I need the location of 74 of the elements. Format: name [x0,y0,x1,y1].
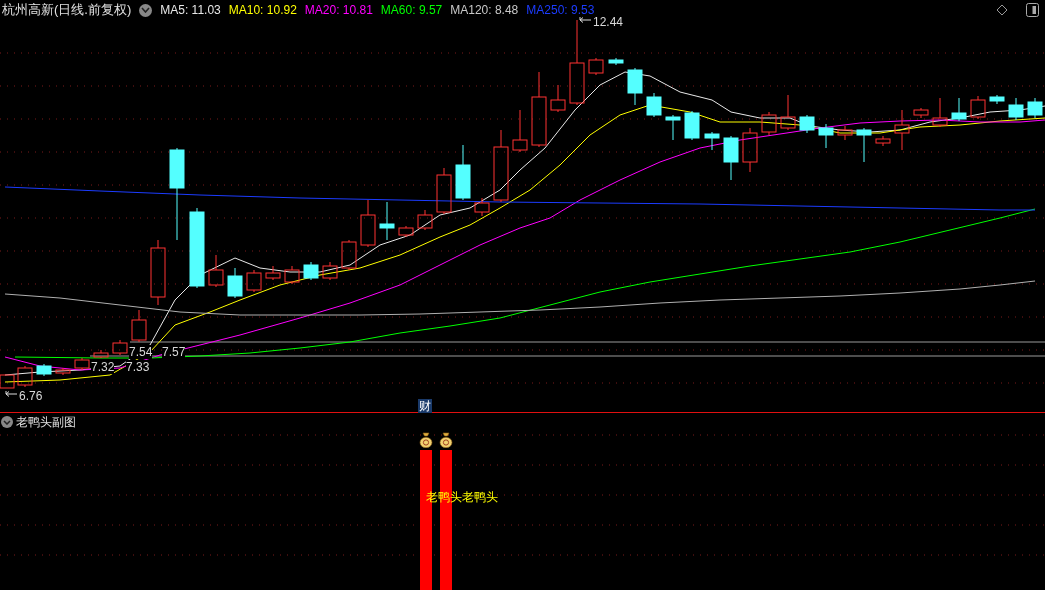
candlestick [436,167,452,215]
dropdown-icon[interactable] [139,3,153,17]
candlestick [398,225,414,238]
candlestick [818,123,834,149]
candlestick [989,94,1005,105]
candlestick [246,269,262,293]
candlestick [36,363,52,377]
arrow-icon [5,390,18,398]
candlestick [303,261,319,281]
candlestick [93,349,109,359]
price-label: 7.54 [129,345,153,359]
candlestick [74,357,90,371]
ma-indicator-label: MA250: 9.53 [526,2,595,17]
candlestick [417,209,433,231]
candlestick [150,239,166,306]
candlestick [360,199,376,248]
candlestick [913,107,929,119]
candlestick [608,57,624,66]
candlestick [455,144,471,201]
diamond-icon[interactable] [996,4,1008,16]
candlestick [684,110,700,141]
price-label: 12.44 [593,15,624,29]
candlestick [837,125,853,141]
candlestick [131,309,147,343]
candlestick [227,267,243,299]
candlestick [951,97,967,122]
dropdown-icon[interactable] [1,416,13,428]
price-label: 7.57 [162,345,186,359]
stock-title: 杭州高新(日线.前复权) [2,1,132,20]
candlestick [646,92,662,118]
candlestick [322,261,338,281]
candlestick [379,201,395,241]
panel-toggle-icon[interactable] [1026,3,1039,17]
price-label: 6.76 [19,389,43,403]
candlestick [550,84,566,113]
candlestick [112,339,128,356]
finance-marker[interactable]: 财 [418,399,432,413]
signal-label: 老鸭头 [462,489,498,506]
candlestick [588,57,604,76]
money-bag-icon [419,432,433,448]
candlestick [761,111,777,136]
candlestick [894,109,910,151]
money-bag-icon [439,432,453,448]
ma-indicator-label: MA5: 11.03 [160,2,221,19]
candlestick [474,197,490,217]
candlestick [55,367,71,376]
candlestick [265,265,281,281]
ma-indicator-label: MA20: 10.81 [304,2,373,19]
candlestick [341,239,357,271]
candlestick [1008,97,1024,121]
price-label: 7.33 [126,360,150,374]
ma-indicator-label: MA120: 8.48 [450,2,519,19]
candlestick [1027,97,1043,119]
candlestick [0,374,15,389]
candlestick [932,97,948,128]
candlestick [704,131,720,151]
price-label: 7.32 [91,360,115,374]
ma-indicator-label: MA60: 9.57 [380,2,443,19]
candlestick [780,94,796,131]
ma-indicator-label: MA10: 10.92 [228,2,297,19]
arrow-icon [579,16,592,24]
candlestick [208,254,224,288]
candlestick [799,114,815,134]
candlestick [627,67,643,106]
candlestick [665,114,681,141]
candlestick [856,127,872,163]
candlestick [875,135,891,147]
candlestick [742,127,758,173]
candlestick [284,265,300,285]
candlestick [970,95,986,120]
candlestick [17,365,33,388]
candlestick [512,109,528,153]
candlestick [723,135,739,181]
subchart-title: 老鸭头副图 [16,414,76,431]
